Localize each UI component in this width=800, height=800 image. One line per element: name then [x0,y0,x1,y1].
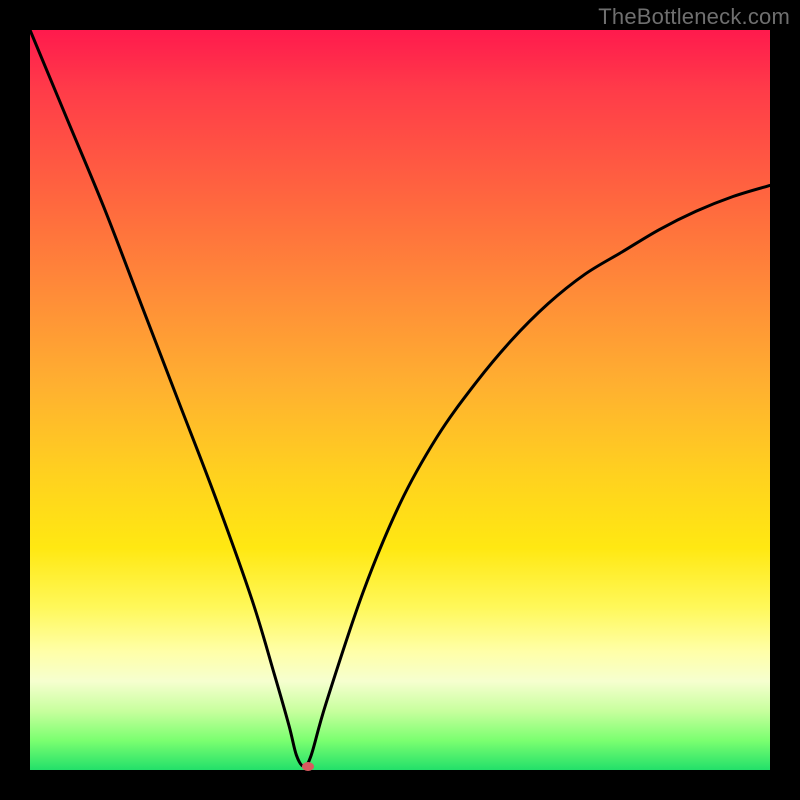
watermark-label: TheBottleneck.com [598,4,790,30]
current-point-marker [302,762,314,771]
bottleneck-curve [30,30,770,770]
chart-frame: TheBottleneck.com [0,0,800,800]
plot-area [30,30,770,770]
